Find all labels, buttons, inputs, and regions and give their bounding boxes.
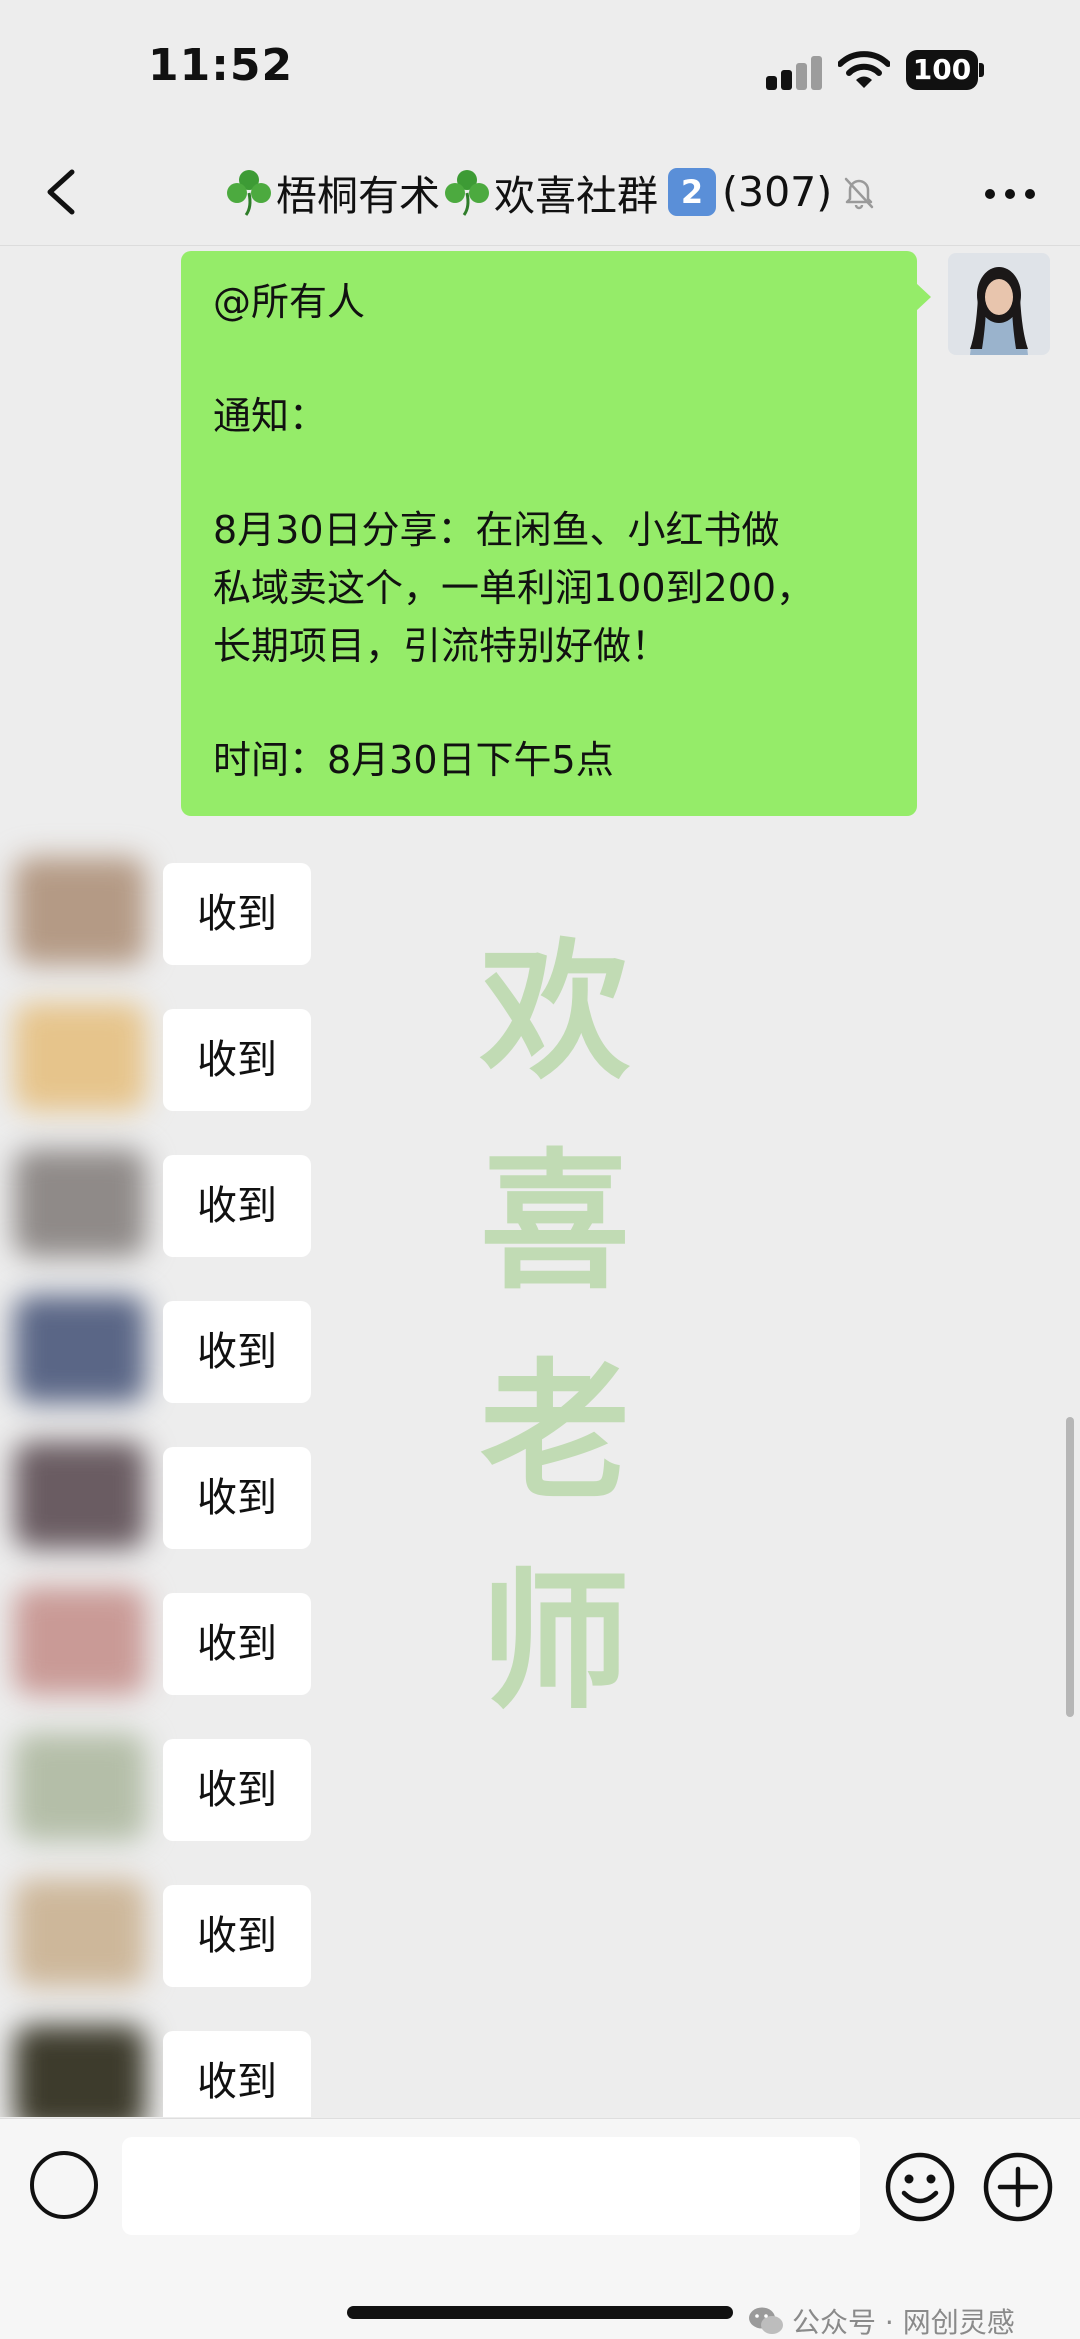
battery-icon: 100 xyxy=(906,50,984,90)
avatar[interactable] xyxy=(14,1003,146,1111)
message-line: 长期项目，引流特别好做！ xyxy=(213,624,670,668)
reply-bubble[interactable]: 收到 xyxy=(163,2031,311,2117)
avatar[interactable] xyxy=(14,1879,146,1987)
avatar[interactable] xyxy=(14,1149,146,1257)
list-item: 收到 xyxy=(0,1145,340,1257)
group-number-badge: 2 xyxy=(668,168,716,216)
list-item: 收到 xyxy=(0,1729,340,1841)
message-line: 通知： xyxy=(213,394,328,438)
cellular-signal-icon xyxy=(766,56,822,90)
watermark-char: 老 xyxy=(479,1344,630,1520)
avatar[interactable] xyxy=(14,2025,146,2117)
avatar[interactable] xyxy=(14,1295,146,1403)
wifi-icon xyxy=(838,51,890,88)
voice-input-button[interactable] xyxy=(30,2151,98,2219)
list-item: 收到 xyxy=(0,1437,340,1549)
list-item: 收到 xyxy=(0,1875,340,1987)
reply-bubble[interactable]: 收到 xyxy=(163,1739,311,1841)
list-item: 收到 xyxy=(0,999,340,1111)
clover-icon xyxy=(227,170,271,216)
reply-bubble[interactable]: 收到 xyxy=(163,1447,311,1549)
source-credit: 公众号 · 网创灵感 xyxy=(748,2301,1015,2339)
reply-bubble[interactable]: 收到 xyxy=(163,1009,311,1111)
muted-bell-icon xyxy=(845,177,874,210)
plus-icon[interactable] xyxy=(982,2151,1054,2223)
message-line: 私域卖这个，一单利润100到200， xyxy=(213,566,815,610)
avatar[interactable] xyxy=(14,1733,146,1841)
group-name-part1: 梧桐有术 xyxy=(276,172,440,220)
announcement-bubble[interactable]: @所有人 通知： 8月30日分享：在闲鱼、小红书做 私域卖这个，一单利润100到… xyxy=(181,251,931,816)
message-line: 时间：8月30日下午5点 xyxy=(213,738,614,782)
message-line: @所有人 xyxy=(213,280,366,324)
reply-bubble[interactable]: 收到 xyxy=(163,1885,311,1987)
message-list[interactable]: @所有人 通知： 8月30日分享：在闲鱼、小红书做 私域卖这个，一单利润100到… xyxy=(0,247,1080,2117)
battery-level: 100 xyxy=(906,50,978,90)
scrollbar[interactable] xyxy=(1066,1417,1074,1717)
watermark-overlay: 欢 喜 老 师 xyxy=(440,907,670,1747)
home-indicator[interactable] xyxy=(347,2306,733,2319)
list-item: 收到 xyxy=(0,1583,340,1695)
watermark-char: 师 xyxy=(479,1554,630,1730)
avatar[interactable] xyxy=(14,857,146,965)
reply-bubble[interactable]: 收到 xyxy=(163,1155,311,1257)
reply-bubble[interactable]: 收到 xyxy=(163,1593,311,1695)
chat-title[interactable]: 梧桐有术 欢喜社群 2 (307) xyxy=(222,164,878,220)
list-item: 收到 xyxy=(0,853,340,965)
watermark-char: 喜 xyxy=(479,1134,630,1310)
clover-icon xyxy=(445,170,489,216)
back-arrow-icon[interactable] xyxy=(34,164,90,220)
self-avatar[interactable] xyxy=(948,253,1050,355)
group-name-part2: 欢喜社群 xyxy=(494,172,658,220)
emoji-icon[interactable] xyxy=(884,2151,956,2223)
watermark-char: 欢 xyxy=(479,924,630,1100)
avatar[interactable] xyxy=(14,1441,146,1549)
status-bar: 11:52 100 xyxy=(0,0,1080,140)
wechat-icon xyxy=(749,2307,783,2334)
message-line: 8月30日分享：在闲鱼、小红书做 xyxy=(213,508,780,552)
member-count: (307) xyxy=(722,168,833,216)
avatar[interactable] xyxy=(14,1587,146,1695)
list-item: 收到 xyxy=(0,2021,340,2117)
status-time: 11:52 xyxy=(148,40,294,91)
reply-bubble[interactable]: 收到 xyxy=(163,863,311,965)
credit-text: 公众号 · 网创灵感 xyxy=(792,2306,1015,2339)
more-options-icon[interactable] xyxy=(982,174,1038,214)
chat-header: 梧桐有术 欢喜社群 2 (307) xyxy=(0,140,1080,246)
message-input[interactable] xyxy=(122,2137,860,2235)
list-item: 收到 xyxy=(0,1291,340,1403)
reply-bubble[interactable]: 收到 xyxy=(163,1301,311,1403)
